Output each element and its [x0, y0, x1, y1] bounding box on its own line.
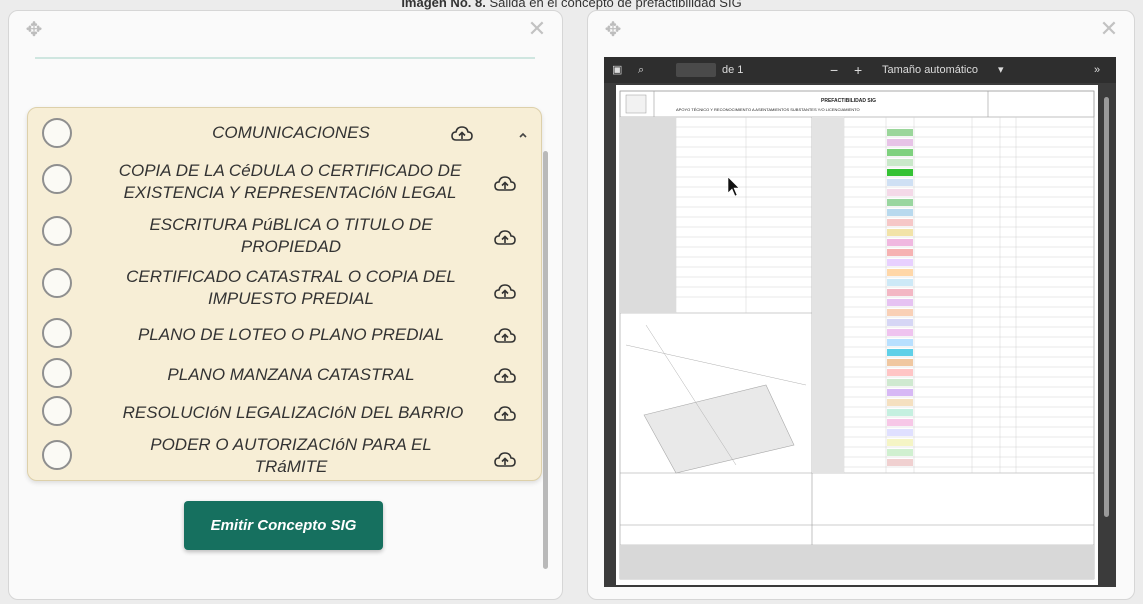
list-item: PLANO DE LOTEO O PLANO PREDIAL [28, 316, 543, 356]
doc-title: PREFACTIBILIDAD SIG [821, 98, 876, 104]
zoom-select[interactable]: Tamaño automático [882, 57, 978, 83]
upload-cloud-icon[interactable] [494, 284, 516, 300]
list-item: COPIA DE LA CéDULA O CERTIFICADO DE EXIST… [28, 158, 543, 210]
document-radio[interactable] [42, 318, 72, 348]
document-label: ESCRITURA PúBLICA O TITULO DE PROPIEDAD [149, 215, 433, 256]
more-tools-icon[interactable]: » [1094, 57, 1100, 83]
document-label: COMUNICACIONES [212, 123, 370, 142]
document-radio[interactable] [42, 396, 72, 426]
caption-text: Salida en el concepto de prefactibilidad… [489, 0, 742, 10]
scrollbar[interactable] [543, 151, 548, 569]
close-icon[interactable]: ✕ [1098, 19, 1120, 41]
zoom-out-button[interactable]: − [830, 57, 838, 83]
document-list: COMUNICACIONES COPIA DE LA CéDULA O CERT… [27, 107, 542, 481]
document-page: PREFACTIBILIDAD SIG APOYO TÉCNICO Y RECO… [616, 85, 1098, 585]
list-item: PLANO MANZANA CATASTRAL [28, 356, 543, 396]
page-count: de 1 [722, 64, 744, 76]
divider [35, 57, 535, 59]
page-number-input[interactable] [676, 63, 716, 77]
list-item: ESCRITURA PúBLICA O TITULO DE PROPIEDAD [28, 212, 543, 262]
document-label: RESOLUCIóN LEGALIZACIóN DEL BARRIO [122, 403, 464, 422]
upload-cloud-icon[interactable] [494, 176, 516, 192]
pdf-viewer: ▣ ⌕ de 1 − + Tamaño automático ▾ » PREFA… [604, 57, 1116, 587]
viewer-toolbar: ▣ ⌕ de 1 − + Tamaño automático ▾ » [604, 57, 1116, 83]
upload-cloud-icon[interactable] [451, 126, 473, 142]
document-radio[interactable] [42, 440, 72, 470]
doc-subtitle: APOYO TÉCNICO Y RECONOCIMIENTO A ASENTAM… [676, 107, 860, 112]
document-radio[interactable] [42, 164, 72, 194]
move-icon[interactable]: ✥ [23, 19, 45, 41]
upload-cloud-icon[interactable] [494, 452, 516, 468]
upload-cloud-icon[interactable] [494, 328, 516, 344]
chevron-down-icon[interactable]: ▾ [998, 57, 1004, 83]
document-label: PLANO DE LOTEO O PLANO PREDIAL [137, 325, 445, 344]
documents-panel: ✥ ✕ COMUNICACIONES COPIA DE LA CéDULA O … [8, 10, 563, 600]
list-item: PODER O AUTORIZACIóN PARA EL TRáMITE [28, 430, 543, 480]
document-radio[interactable] [42, 216, 72, 246]
document-radio[interactable] [42, 358, 72, 388]
upload-cloud-icon[interactable] [494, 368, 516, 384]
emit-concept-button[interactable]: Emitir Concepto SIG [184, 501, 383, 550]
document-label: PLANO MANZANA CATASTRAL [167, 365, 415, 384]
document-radio[interactable] [42, 118, 72, 148]
move-icon[interactable]: ✥ [602, 19, 624, 41]
close-icon[interactable]: ✕ [526, 19, 548, 41]
upload-cloud-icon[interactable] [494, 230, 516, 246]
search-icon[interactable]: ⌕ [638, 57, 644, 83]
zoom-in-button[interactable]: + [854, 57, 862, 83]
document-radio[interactable] [42, 268, 72, 298]
figure-caption: Imagen No. 8. Salida en el concepto de p… [0, 0, 1143, 10]
viewer-scrollbar[interactable] [1104, 97, 1109, 517]
document-label: CERTIFICADO CATASTRAL O COPIA DEL IMPUEST… [126, 267, 456, 308]
document-label: PODER O AUTORIZACIóN PARA EL TRáMITE [150, 435, 432, 476]
caption-bold: Imagen No. 8. [401, 0, 486, 10]
list-item: COMUNICACIONES [28, 112, 543, 154]
list-item: RESOLUCIóN LEGALIZACIóN DEL BARRIO [28, 394, 543, 434]
chevron-up-icon[interactable] [516, 130, 530, 140]
list-item: CERTIFICADO CATASTRAL O COPIA DEL IMPUEST… [28, 264, 543, 314]
sidebar-toggle-icon[interactable]: ▣ [612, 57, 622, 83]
preview-panel: ✥ ✕ ▣ ⌕ de 1 − + Tamaño automático ▾ » P… [587, 10, 1135, 600]
document-label: COPIA DE LA CéDULA O CERTIFICADO DE EXIST… [118, 161, 462, 202]
upload-cloud-icon[interactable] [494, 406, 516, 422]
